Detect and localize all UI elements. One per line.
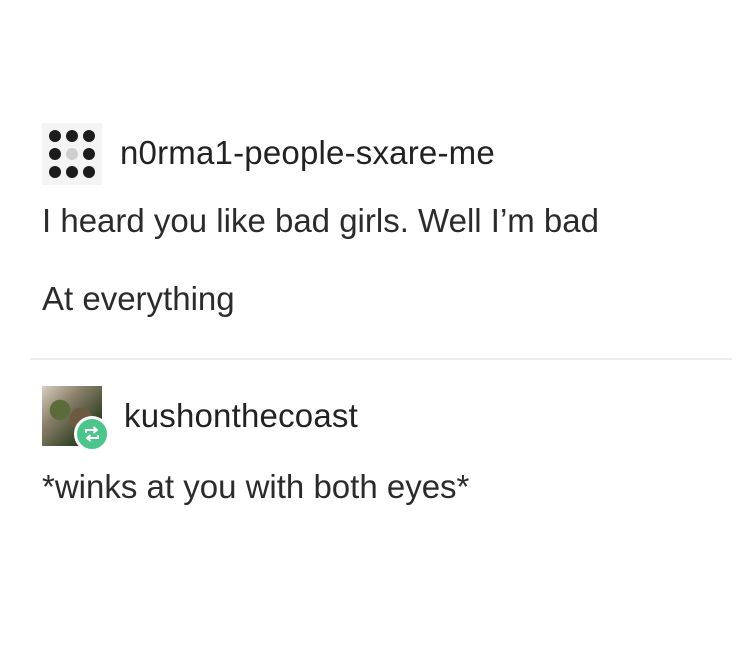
avatar-dot <box>83 166 96 178</box>
avatar[interactable] <box>42 123 102 185</box>
post-header: n0rma1-people-sxare-me <box>42 122 730 185</box>
avatar-dot <box>65 130 78 142</box>
post-text: *winks at you with both eyes* <box>42 468 470 505</box>
avatar-dot <box>48 130 61 142</box>
post-reply: kushonthecoast *winks at you with both e… <box>42 386 730 507</box>
avatar-dot <box>48 148 61 160</box>
avatar-dot <box>65 148 78 160</box>
reblog-arrows-icon <box>85 426 99 442</box>
post-divider <box>30 358 732 360</box>
reblog-icon <box>74 416 110 452</box>
post-text: At everything <box>42 280 235 318</box>
post-original: n0rma1-people-sxare-me I heard you like … <box>42 122 730 320</box>
avatar-dot <box>48 166 61 178</box>
post-text: I heard you like bad girls. Well I’m bad <box>42 202 599 239</box>
avatar-dot <box>65 166 78 178</box>
dot-grid-avatar-icon <box>42 123 102 185</box>
username-link[interactable]: n0rma1-people-sxare-me <box>120 134 495 172</box>
avatar-dot <box>83 130 96 142</box>
avatar[interactable] <box>42 386 110 452</box>
avatar-dot <box>83 148 96 160</box>
username-link[interactable]: kushonthecoast <box>124 397 358 435</box>
post-header: kushonthecoast <box>42 386 730 452</box>
